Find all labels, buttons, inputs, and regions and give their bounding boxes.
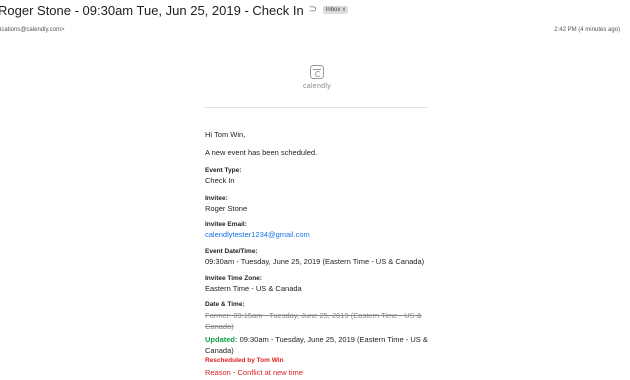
- updated-datetime: Updated: 09:30am - Tuesday, June 25, 201…: [205, 334, 430, 356]
- event-datetime-label: Event Date/Time:: [205, 248, 258, 255]
- divider: [205, 107, 428, 108]
- invitee-timezone-field: Invitee Time Zone: Eastern Time - US & C…: [205, 275, 302, 293]
- date-time-label: Date & Time:: [205, 301, 245, 308]
- updated-datetime-text: 09:30am - Tuesday, June 25, 2019 (Easter…: [205, 335, 428, 355]
- invitee-field: Invitee: Roger Stone: [205, 195, 247, 213]
- invitee-timezone-label: Invitee Time Zone:: [205, 275, 262, 282]
- rescheduled-by: Rescheduled by Tom Win: [205, 357, 284, 364]
- calendly-logo-text: calendly: [302, 83, 332, 90]
- label-icon[interactable]: ⊃: [309, 5, 319, 15]
- event-type-value: Check In: [205, 176, 235, 185]
- invitee-label: Invitee:: [205, 195, 228, 202]
- subject-bar: Roger Stone - 09:30am Tue, Jun 25, 2019 …: [0, 0, 630, 20]
- sender-address[interactable]: ications@calendly.com>: [0, 27, 65, 33]
- former-datetime: Former: 09:15am - Tuesday, June 25, 2019…: [205, 311, 422, 331]
- invitee-email-link[interactable]: calendlytester1234@gmail.com: [205, 230, 310, 239]
- calendly-logo-icon: [310, 65, 324, 79]
- event-datetime-field: Event Date/Time: 09:30am - Tuesday, June…: [205, 248, 424, 266]
- intro-text: A new event has been scheduled.: [205, 148, 318, 157]
- message-timestamp: 2:42 PM (4 minutes ago): [554, 27, 620, 33]
- remove-label-icon[interactable]: x: [342, 7, 345, 13]
- invitee-timezone-value: Eastern Time - US & Canada: [205, 284, 302, 293]
- invitee-email-field: Invitee Email: calendlytester1234@gmail.…: [205, 221, 310, 239]
- date-time-field: Date & Time: Former: 09:15am - Tuesday, …: [205, 301, 430, 356]
- invitee-value: Roger Stone: [205, 204, 248, 213]
- event-type-label: Event Type:: [205, 167, 242, 174]
- updated-label: Updated:: [205, 335, 238, 344]
- calendly-logo: calendly: [300, 65, 334, 90]
- inbox-label-chip[interactable]: Inbox x: [322, 6, 349, 14]
- event-datetime-value: 09:30am - Tuesday, June 25, 2019 (Easter…: [205, 257, 425, 266]
- inbox-label-text: Inbox: [325, 7, 341, 13]
- message-meta: ications@calendly.com> 2:42 PM (4 minute…: [0, 27, 630, 39]
- invitee-email-label: Invitee Email:: [205, 221, 247, 228]
- event-type-field: Event Type: Check In: [205, 167, 241, 185]
- greeting: Hi Tom Win,: [205, 130, 246, 139]
- reschedule-reason: Reason - Conflict at new time: [205, 368, 303, 377]
- email-subject: Roger Stone - 09:30am Tue, Jun 25, 2019 …: [0, 2, 304, 18]
